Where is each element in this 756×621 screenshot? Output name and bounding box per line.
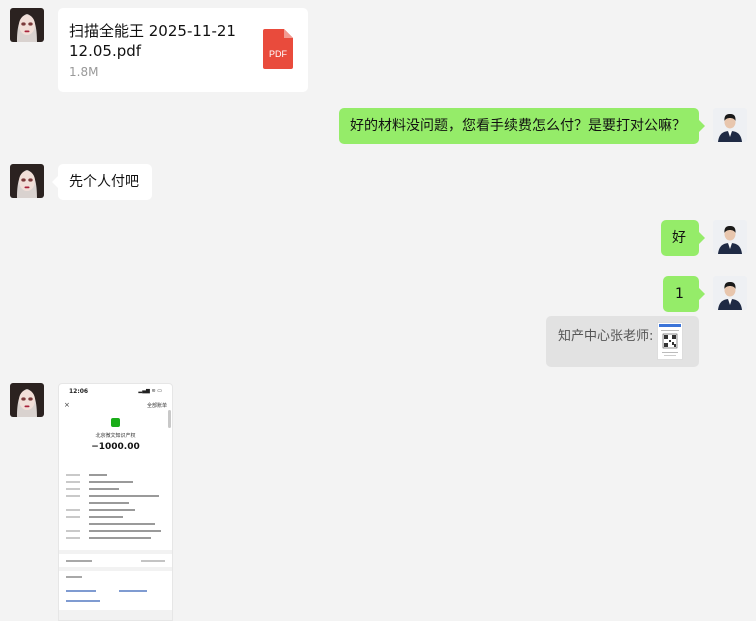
pdf-file-icon: PDF: [263, 29, 293, 69]
my-avatar[interactable]: [713, 108, 747, 142]
message-text: 好: [672, 230, 686, 246]
message-bubble-in[interactable]: 先个人付吧: [58, 164, 152, 200]
pdf-file-message[interactable]: 扫描全能王 2025-11-21 12.05.pdf 1.8M PDF: [58, 8, 308, 92]
status-icons: ▂▄▆ ≋ ▭: [138, 388, 162, 394]
payment-amount: −1000.00: [91, 442, 140, 452]
bubble-tail: [699, 288, 705, 300]
bubble-tail: [52, 176, 58, 188]
file-size: 1.8M: [69, 65, 99, 79]
my-avatar[interactable]: [713, 220, 747, 254]
all-bills-label: 全部账单: [146, 403, 167, 409]
card-text: 知产中心张老师:: [558, 329, 654, 344]
message-text: 1: [675, 286, 684, 302]
message-text: 好的材料没问题，您看手续费怎么付？是要打对公嘛？: [350, 118, 686, 134]
qr-code-thumbnail[interactable]: [657, 322, 683, 360]
contact-avatar[interactable]: [10, 383, 44, 417]
file-name: 扫描全能王 2025-11-21 12.05.pdf: [69, 22, 236, 60]
bubble-tail: [699, 232, 705, 244]
bubble-tail: [699, 120, 705, 132]
scrollbar: [168, 410, 171, 428]
contact-card-message[interactable]: 知产中心张老师:: [546, 316, 699, 367]
payment-screenshot-image[interactable]: 12:06 ▂▄▆ ≋ ▭ × 全部账单 北京微文知识产权 −1000.00: [58, 383, 173, 621]
contact-avatar[interactable]: [10, 8, 44, 42]
message-bubble-out[interactable]: 好: [661, 220, 699, 256]
merchant-badge-icon: [111, 418, 120, 427]
close-icon: ×: [64, 401, 70, 409]
contact-avatar[interactable]: [10, 164, 44, 198]
message-bubble-out[interactable]: 1: [663, 276, 699, 312]
merchant-name: 北京微文知识产权: [95, 433, 136, 439]
my-avatar[interactable]: [713, 276, 747, 310]
message-text: 先个人付吧: [69, 174, 139, 190]
pdf-icon-label: PDF: [269, 49, 288, 59]
payment-detail-rows: [66, 472, 166, 542]
message-bubble-out[interactable]: 好的材料没问题，您看手续费怎么付？是要打对公嘛？: [339, 108, 699, 144]
status-time: 12:06: [69, 388, 89, 395]
